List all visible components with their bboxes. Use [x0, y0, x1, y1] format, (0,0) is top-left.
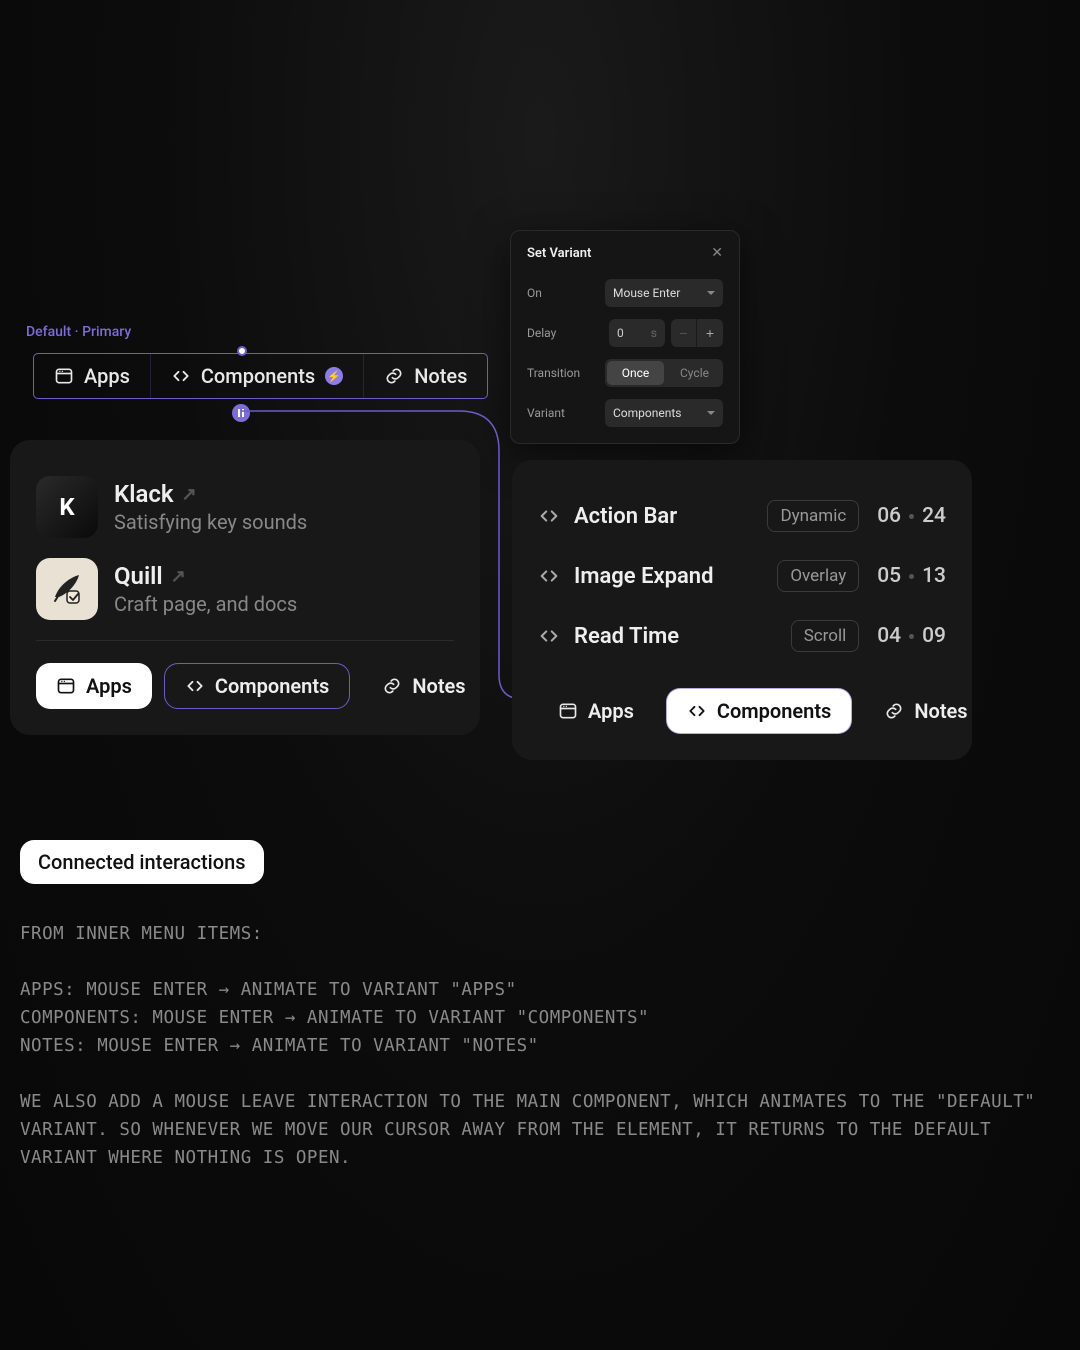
component-badge: Dynamic — [767, 500, 859, 532]
app-row[interactable]: K Klack ↗ Satisfying key sounds — [36, 466, 454, 548]
delay-increment[interactable]: + — [697, 319, 723, 347]
apps-panel: K Klack ↗ Satisfying key sounds Quill ↗ … — [10, 440, 480, 735]
component-badge: Scroll — [791, 620, 860, 652]
code-icon — [687, 701, 707, 721]
field-label-transition: Transition — [527, 366, 580, 380]
window-icon — [54, 366, 74, 386]
code-icon — [185, 676, 205, 696]
component-date: 0409 — [877, 624, 946, 648]
components-panel: Action Bar Dynamic 0624 Image Expand Ove… — [512, 460, 972, 760]
app-subtitle: Craft page, and docs — [114, 592, 297, 616]
app-icon-klack: K — [36, 476, 98, 538]
component-badge: Overlay — [777, 560, 859, 592]
code-icon — [538, 505, 560, 527]
on-trigger-select[interactable]: Mouse Enter — [605, 279, 723, 307]
tab-notes[interactable]: Notes — [364, 354, 487, 398]
component-row[interactable]: Read Time Scroll 0409 — [538, 606, 946, 666]
pill-tab-bar-left: Apps Components Notes — [36, 663, 454, 709]
app-icon-quill — [36, 558, 98, 620]
window-icon — [558, 701, 578, 721]
external-link-icon: ↗ — [171, 566, 186, 587]
delay-input[interactable]: 0 s — [609, 319, 665, 347]
chevron-down-icon — [707, 411, 715, 415]
transition-once[interactable]: Once — [607, 361, 664, 385]
tab-apps[interactable]: Apps — [34, 354, 151, 398]
window-icon — [56, 676, 76, 696]
tab-apps[interactable]: Apps — [36, 663, 152, 709]
tab-apps[interactable]: Apps — [538, 688, 654, 734]
chevron-down-icon — [707, 291, 715, 295]
external-link-icon: ↗ — [182, 484, 197, 505]
section-chip: Connected interactions — [20, 840, 264, 884]
field-label-delay: Delay — [527, 326, 556, 340]
delay-stepper: − + — [671, 319, 723, 347]
divider — [36, 640, 454, 641]
field-label-variant: Variant — [527, 406, 565, 420]
app-row[interactable]: Quill ↗ Craft page, and docs — [36, 548, 454, 630]
explainer-body: From inner menu items: Apps: Mouse Enter… — [20, 920, 1060, 1172]
link-icon — [884, 701, 904, 721]
pill-tab-bar-right: Apps Components Notes — [538, 688, 946, 734]
popover-title: Set Variant — [527, 246, 591, 261]
app-name: Quill ↗ — [114, 562, 297, 590]
code-icon — [538, 565, 560, 587]
code-icon — [538, 625, 560, 647]
code-icon — [171, 366, 191, 386]
selection-handle-icon[interactable] — [237, 346, 247, 356]
link-icon — [382, 676, 402, 696]
tab-components[interactable]: Components — [666, 688, 852, 734]
component-row[interactable]: Image Expand Overlay 0513 — [538, 546, 946, 606]
explainer-section: Connected interactions From inner menu i… — [20, 840, 1060, 1172]
variant-label-default: Default · Primary — [26, 324, 131, 340]
component-row[interactable]: Action Bar Dynamic 0624 — [538, 486, 946, 546]
drag-handle-icon[interactable] — [232, 404, 250, 422]
variant-select[interactable]: Components — [605, 399, 723, 427]
close-icon[interactable]: ✕ — [711, 245, 723, 261]
component-name: Read Time — [574, 624, 679, 649]
transition-segmented: Once Cycle — [605, 359, 723, 387]
tab-components[interactable]: Components — [164, 663, 350, 709]
outlined-tab-bar: Apps Components ⚡ Notes — [33, 353, 488, 399]
set-variant-popover: Set Variant ✕ On Mouse Enter Delay 0 s −… — [510, 230, 740, 444]
link-icon — [384, 366, 404, 386]
component-date: 0624 — [877, 504, 946, 528]
transition-cycle[interactable]: Cycle — [666, 359, 723, 387]
component-date: 0513 — [877, 564, 946, 588]
field-label-on: On — [527, 286, 542, 300]
lightning-icon: ⚡ — [325, 367, 343, 385]
component-name: Action Bar — [574, 504, 677, 529]
app-subtitle: Satisfying key sounds — [114, 510, 307, 534]
tab-notes[interactable]: Notes — [864, 688, 987, 734]
delay-decrement[interactable]: − — [671, 319, 697, 347]
tab-components[interactable]: Components ⚡ — [151, 354, 364, 398]
tab-notes[interactable]: Notes — [362, 663, 485, 709]
component-name: Image Expand — [574, 564, 713, 589]
app-name: Klack ↗ — [114, 480, 307, 508]
